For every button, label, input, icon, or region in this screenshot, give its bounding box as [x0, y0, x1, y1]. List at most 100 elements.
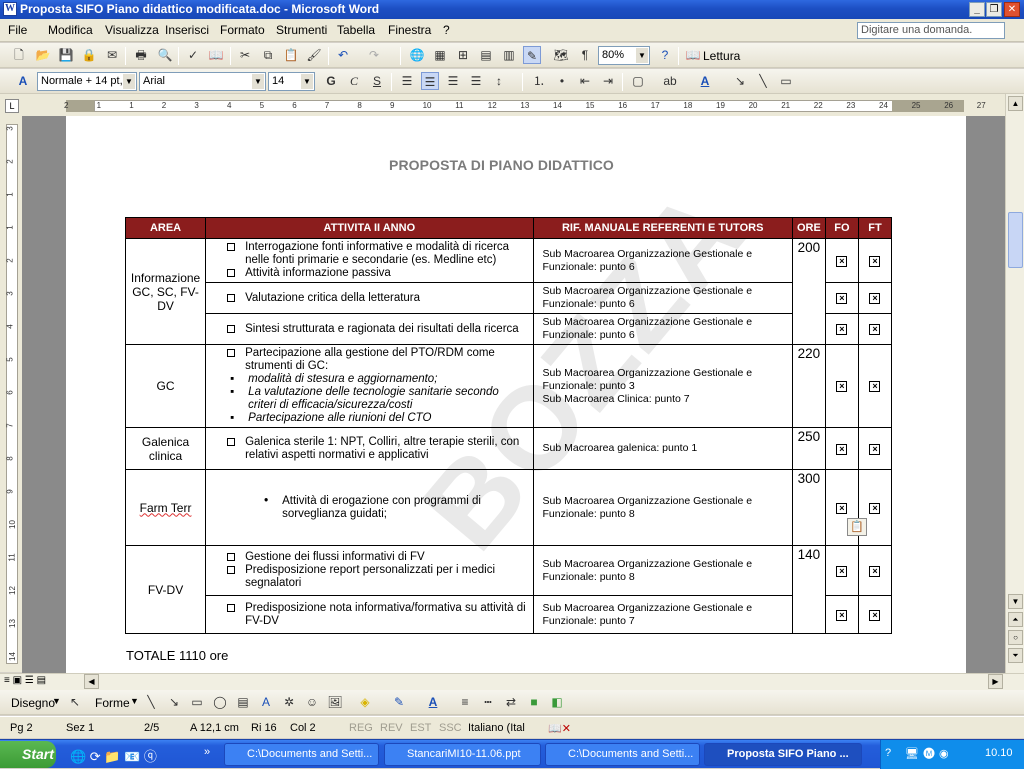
document-area[interactable]: BOZZA PROPOSTA DI PIANO DIDATTICO AREA A… [22, 116, 1005, 673]
task-word[interactable]: Proposta SIFO Piano ... [704, 743, 862, 766]
textbox-icon[interactable]: ▤ [234, 693, 252, 711]
ft-check[interactable]: × 📋 [846, 469, 893, 546]
align-left-icon[interactable]: ☰ [398, 72, 416, 90]
columns-icon[interactable]: ▥ [500, 46, 518, 64]
new-doc-icon[interactable]: 🗋 [10, 46, 28, 64]
quick-launch[interactable]: 🌐 ⟳ 📁 📧 ⓠ [70, 746, 157, 765]
horizontal-ruler[interactable]: L 2 1 1 2 3 4 5 6 7 8 9 10 11 12 13 14 15 16 17 18 19 20 21 22 2… [0, 94, 1024, 116]
tables-borders-icon[interactable]: ▦ [431, 46, 449, 64]
styles-pane-icon[interactable]: A [14, 72, 32, 90]
print-icon[interactable]: 🖶 [132, 46, 150, 64]
spelling-icon[interactable]: ✓ [184, 46, 202, 64]
status-language[interactable]: Italiano (Ital [468, 722, 525, 734]
shadow-icon[interactable]: ■ [525, 693, 543, 711]
paste-icon[interactable]: 📋 [282, 46, 300, 64]
help-icon[interactable]: ? [656, 46, 674, 64]
quick-launch-more-icon[interactable]: » [204, 746, 210, 758]
scroll-down-button[interactable]: ▼ [1008, 594, 1023, 609]
task-explorer-2[interactable]: C:\Documents and Setti... [545, 743, 700, 766]
strike-button[interactable]: S [368, 72, 386, 90]
italic-button[interactable]: C [345, 72, 363, 90]
start-button[interactable]: Start [0, 741, 56, 768]
menu-visualizza[interactable]: Visualizza [105, 23, 159, 37]
undo-icon[interactable]: ↶ [334, 46, 352, 64]
spell-check-icon[interactable]: 📖✕ [548, 722, 571, 735]
insert-table-icon[interactable]: ⊞ [454, 46, 472, 64]
permission-icon[interactable]: 🔒 [80, 46, 98, 64]
rectangle-tool-icon[interactable]: ▭ [188, 693, 206, 711]
ft-check[interactable]: × [857, 427, 893, 470]
drawing-icon[interactable]: ✎ [523, 46, 541, 64]
line-tool-icon[interactable]: ╲ [142, 693, 160, 711]
status-ext[interactable]: EST [410, 722, 431, 734]
cut-icon[interactable]: ✂ [236, 46, 254, 64]
menu-file[interactable]: File [8, 23, 27, 37]
save-icon[interactable]: 💾 [57, 46, 75, 64]
line-style-icon[interactable]: ≡ [456, 693, 474, 711]
print-preview-icon[interactable]: 🔍 [156, 46, 174, 64]
diagram-icon[interactable]: ✲ [280, 693, 298, 711]
scroll-left-button[interactable]: ◀ [84, 674, 99, 689]
research-icon[interactable]: 📖 [207, 46, 225, 64]
fill-color-icon[interactable]: ◈ [356, 693, 374, 711]
fo-check[interactable]: × [824, 344, 859, 428]
ft-check[interactable]: × [857, 282, 893, 314]
scroll-up-button[interactable]: ▲ [1008, 96, 1023, 111]
line-icon[interactable]: ╲ [754, 72, 772, 90]
vertical-ruler[interactable]: 3 2 1 1 2 3 4 5 6 7 8 9 10 11 12 13 14 [0, 116, 22, 672]
justify-icon[interactable]: ☰ [467, 72, 485, 90]
task-powerpoint[interactable]: StancariMI10-11.06.ppt [384, 743, 541, 766]
arrow-style-icon[interactable]: ⇄ [502, 693, 520, 711]
read-icon[interactable]: 📖 [684, 46, 702, 64]
numbering-icon[interactable]: ⒈ [530, 72, 548, 90]
status-ovr[interactable]: SSC [439, 722, 462, 734]
paste-options-icon[interactable]: 📋 [846, 518, 867, 536]
increase-indent-icon[interactable]: ⇥ [599, 72, 617, 90]
document-map-icon[interactable]: 🗺 [552, 46, 570, 64]
status-rev[interactable]: REV [380, 722, 403, 734]
align-center-icon[interactable]: ☰ [421, 72, 439, 90]
redo-icon[interactable]: ↷ [365, 46, 383, 64]
ask-question-input[interactable]: Digitare una domanda. [857, 22, 1005, 39]
prev-page-button[interactable]: ⏶ [1008, 612, 1023, 627]
borders-icon[interactable]: ▢ [629, 72, 647, 90]
menu-formato[interactable]: Formato [220, 23, 265, 37]
fo-check[interactable]: × [824, 313, 859, 345]
style-select[interactable]: Normale + 14 pt, ▼ [37, 72, 137, 91]
select-objects-icon[interactable]: ↖ [66, 693, 84, 711]
status-rec[interactable]: REG [349, 722, 373, 734]
fo-check[interactable]: × [824, 282, 859, 314]
scroll-thumb[interactable] [1008, 212, 1023, 268]
close-button[interactable]: ✕ [1004, 2, 1020, 17]
font-size-select[interactable]: 14 ▼ [268, 72, 315, 91]
open-icon[interactable]: 📂 [34, 46, 52, 64]
format-painter-icon[interactable]: 🖌 [305, 46, 323, 64]
font-color-draw-icon[interactable]: A [424, 693, 442, 711]
vertical-scrollbar[interactable]: ▲ ▼ ⏶ ○ ⏷ [1005, 94, 1024, 674]
hyperlink-icon[interactable]: 🌐 [408, 46, 426, 64]
tray-icons[interactable]: 🖥 Ⓜ ◉ [905, 747, 949, 760]
rectangle-icon[interactable]: ▭ [777, 72, 795, 90]
line-color-icon[interactable]: ✎ [390, 693, 408, 711]
menu-inserisci[interactable]: Inserisci [165, 23, 209, 37]
fo-check[interactable]: × [824, 595, 859, 634]
ft-check[interactable]: × [857, 545, 893, 596]
arrow-icon[interactable]: ↘ [731, 72, 749, 90]
font-color-icon[interactable]: A [696, 72, 714, 90]
3d-icon[interactable]: ◧ [548, 693, 566, 711]
menu-tabella[interactable]: Tabella [337, 23, 375, 37]
fo-check[interactable]: × [824, 545, 859, 596]
didactic-plan-table[interactable]: AREA ATTIVITA II ANNO RIF. MANUALE REFER… [124, 217, 893, 634]
bullets-icon[interactable]: • [553, 72, 571, 90]
ft-check[interactable]: × [857, 238, 893, 283]
word-doc-icon[interactable]: W [3, 2, 17, 16]
next-page-button[interactable]: ⏷ [1008, 648, 1023, 663]
arrow-tool-icon[interactable]: ↘ [165, 693, 183, 711]
read-button-label[interactable]: Lettura [703, 49, 740, 63]
line-spacing-icon[interactable]: ↕ [490, 72, 508, 90]
menu-modifica[interactable]: Modifica [48, 23, 93, 37]
ft-check[interactable]: × [857, 313, 893, 345]
horizontal-scrollbar[interactable]: ≡ ▣ ☰ ▤ ◀ ▶ [0, 673, 1024, 690]
oval-tool-icon[interactable]: ◯ [211, 693, 229, 711]
copy-icon[interactable]: ⧉ [259, 46, 277, 64]
